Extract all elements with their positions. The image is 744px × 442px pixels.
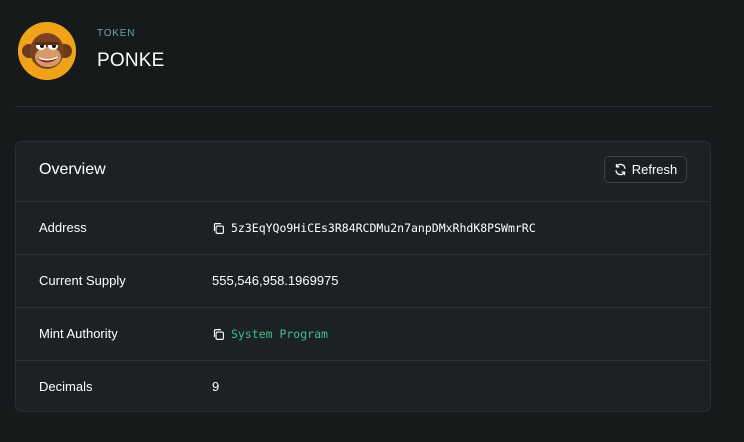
current-supply-label: Current Supply: [39, 273, 126, 288]
copy-icon[interactable]: [212, 222, 225, 235]
refresh-icon: [614, 163, 627, 176]
overview-card: Overview Refresh Address 5z3EqYQo9HiCEs3…: [15, 141, 711, 412]
address-label: Address: [39, 220, 87, 235]
decimals-value: 9: [212, 379, 220, 394]
decimals-label: Decimals: [39, 379, 93, 394]
mint-authority-row: Mint Authority System Program: [16, 308, 710, 361]
overview-title: Overview: [39, 161, 106, 178]
refresh-button-label: Refresh: [631, 162, 678, 177]
token-header: TOKEN PONKE: [18, 22, 711, 80]
current-supply-value: 555,546,958.1969975: [212, 273, 339, 288]
overview-card-header: Overview Refresh: [16, 142, 710, 202]
decimals-row: Decimals 9: [16, 361, 710, 411]
mint-authority-link[interactable]: System Program: [231, 326, 328, 342]
current-supply-row: Current Supply 555,546,958.1969975: [16, 255, 710, 308]
ponke-monkey-avatar: [18, 22, 76, 80]
refresh-button[interactable]: Refresh: [604, 156, 687, 183]
copy-icon[interactable]: [212, 328, 225, 341]
address-row: Address 5z3EqYQo9HiCEs3R84RCDMu2n7anpDMx…: [16, 202, 710, 255]
address-value[interactable]: 5z3EqYQo9HiCEs3R84RCDMu2n7anpDMxRhdK8PSW…: [231, 220, 536, 236]
token-type-label: TOKEN: [97, 28, 136, 39]
header-divider: [15, 106, 711, 107]
token-name: PONKE: [97, 50, 165, 71]
mint-authority-label: Mint Authority: [39, 326, 118, 341]
